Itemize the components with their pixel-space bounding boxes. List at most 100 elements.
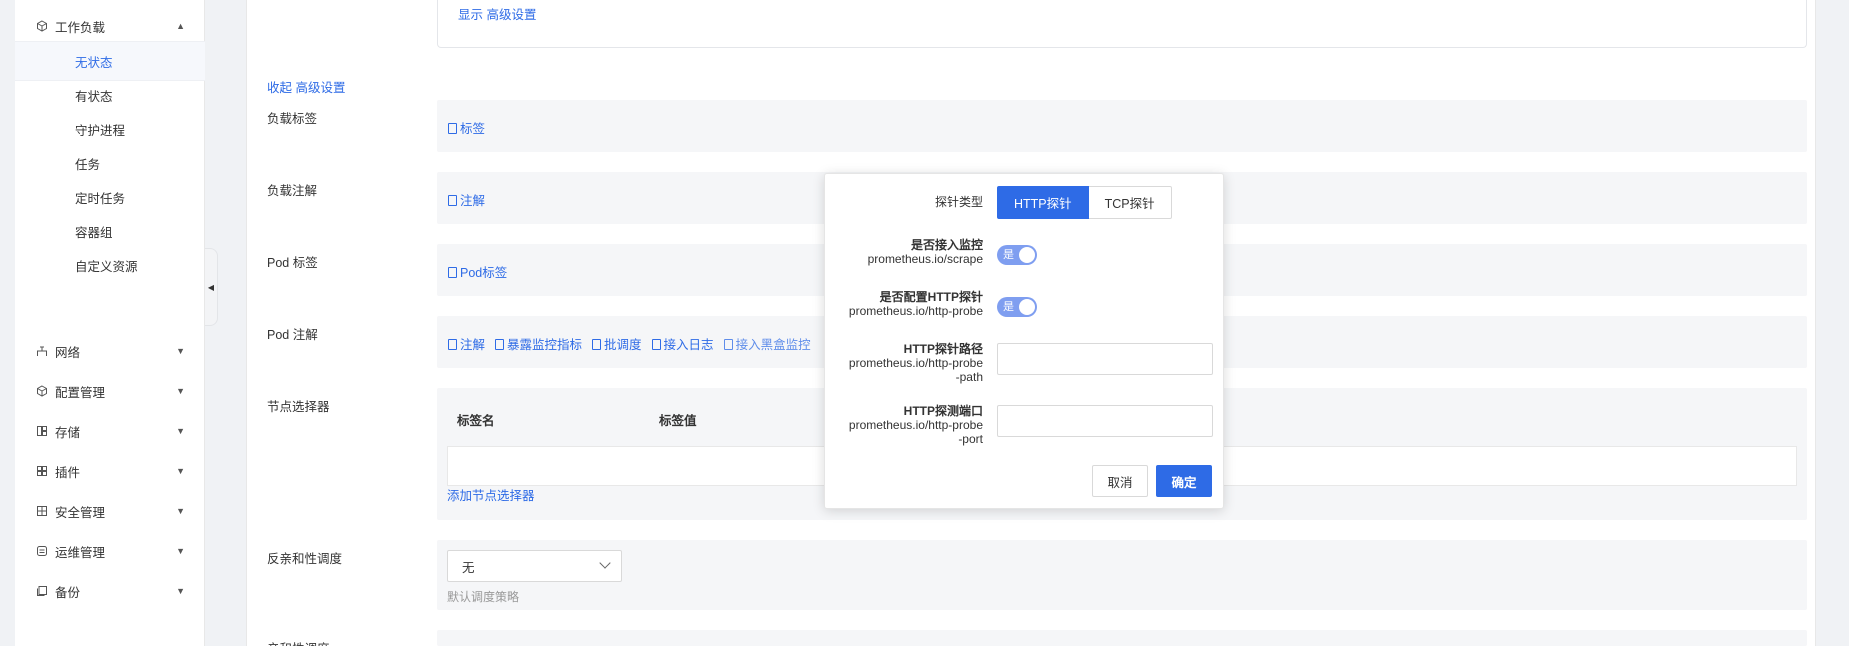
probe-path-input[interactable] [997, 343, 1213, 375]
nav-storage-label: 存储 [55, 425, 81, 440]
scrape-toggle[interactable]: 是 [997, 245, 1037, 265]
sidebar: 工作负载 ▲ 无状态 有状态 守护进程 任务 定时任务 容器组 自定义资源 网络… [15, 0, 205, 646]
probe-port-field-label: HTTP探测端口 prometheus.io/http-probe -port [849, 404, 983, 446]
chevron-up-icon: ▲ [176, 21, 185, 31]
toggle-text: 是 [1003, 301, 1014, 313]
field-title: HTTP探测端口 [903, 404, 983, 418]
toggle-text: 是 [1003, 249, 1014, 261]
sub-item-label: 守护进程 [75, 123, 126, 138]
nav-security[interactable]: 安全管理 ▼ [15, 491, 205, 531]
chevron-down-icon: ▼ [176, 386, 185, 396]
link-text: 接入黑盒监控 [735, 338, 811, 352]
nav-workload[interactable]: 工作负载 ▲ [15, 6, 205, 46]
collapse-advanced-link[interactable]: 收起 高级设置 [267, 77, 345, 96]
document-icon [448, 339, 457, 350]
link-text: Pod标签 [460, 266, 508, 280]
chevron-down-icon: ▼ [176, 346, 185, 356]
nav-backup[interactable]: 备份 ▼ [15, 571, 205, 611]
pod-annotations-label: Pod 注解 [267, 328, 318, 342]
field-key: prometheus.io/http-probe [848, 304, 983, 318]
cancel-button[interactable]: 取消 [1092, 465, 1148, 497]
http-probe-field-label: 是否配置HTTP探针 prometheus.io/http-probe [849, 290, 983, 318]
nav-ops[interactable]: 运维管理 ▼ [15, 531, 205, 571]
anti-affinity-select[interactable]: 无 [447, 550, 622, 582]
document-icon [495, 339, 505, 350]
sub-item-label: 无状态 [75, 55, 113, 70]
scrape-field-label: 是否接入监控 prometheus.io/scrape [868, 238, 983, 266]
http-probe-option[interactable]: HTTP探针 [997, 186, 1089, 219]
link-text: 批调度 [604, 338, 642, 352]
chevron-left-icon: ◀ [207, 282, 215, 292]
document-icon [723, 339, 733, 350]
network-icon [35, 344, 49, 358]
chevron-down-icon: ▼ [176, 546, 185, 556]
backup-icon [35, 584, 49, 598]
column-label-name: 标签名 [457, 414, 495, 428]
field-title: 是否配置HTTP探针 [879, 290, 983, 304]
anti-affinity-box: 无 默认调度策略 [437, 540, 1807, 610]
expose-metrics-link[interactable]: 暴露监控指标 [495, 334, 582, 353]
document-icon [448, 123, 457, 134]
field-key-suffix: -path [955, 370, 983, 384]
field-key: prometheus.io/scrape [867, 252, 983, 266]
sub-item-label: 任务 [75, 157, 101, 172]
workload-annotations-label: 负载注解 [267, 184, 318, 198]
field-key-suffix: -port [958, 432, 983, 446]
nav-config[interactable]: 配置管理 ▼ [15, 371, 205, 411]
probe-type-toggle: HTTP探针 TCP探针 [997, 186, 1172, 219]
add-node-selector-link[interactable]: 添加节点选择器 [447, 485, 535, 504]
workload-labels-label: 负载标签 [267, 112, 318, 126]
nav-workload-label: 工作负载 [55, 20, 106, 35]
link-text: 标签 [460, 122, 486, 136]
confirm-button[interactable]: 确定 [1156, 465, 1212, 497]
field-key: prometheus.io/http-probe [848, 418, 983, 432]
sub-item-label: 自定义资源 [75, 259, 138, 274]
link-text: 注解 [460, 338, 486, 352]
nav-plugin[interactable]: 插件 ▼ [15, 451, 205, 491]
chevron-down-icon [599, 557, 611, 569]
document-icon [592, 339, 602, 350]
sub-item-custom-resource[interactable]: 自定义资源 [15, 245, 205, 285]
anti-affinity-label: 反亲和性调度 [267, 552, 343, 566]
probe-config-popover: 探针类型 HTTP探针 TCP探针 是否接入监控 prometheus.io/s… [824, 173, 1224, 509]
field-title: 是否接入监控 [910, 238, 983, 252]
add-annotation-link[interactable]: 注解 [448, 190, 485, 209]
log-collection-link[interactable]: 接入日志 [651, 334, 714, 353]
advanced-settings-box: 显示 高级设置 [437, 0, 1807, 48]
pod-labels-label: Pod 标签 [267, 256, 318, 270]
workload-labels-box: 标签 [437, 100, 1807, 152]
select-value: 无 [462, 560, 475, 575]
nav-config-label: 配置管理 [55, 385, 106, 400]
add-pod-tag-link[interactable]: Pod标签 [448, 262, 507, 281]
tcp-probe-option[interactable]: TCP探针 [1088, 186, 1172, 219]
nav-backup-label: 备份 [55, 585, 81, 600]
node-selector-label: 节点选择器 [267, 400, 330, 414]
chevron-down-icon: ▼ [176, 586, 185, 596]
security-icon [35, 504, 49, 518]
batch-scheduling-link[interactable]: 批调度 [592, 334, 642, 353]
chevron-down-icon: ▼ [176, 426, 185, 436]
probe-port-input[interactable] [997, 405, 1213, 437]
nav-plugin-label: 插件 [55, 465, 81, 480]
link-text: 注解 [460, 194, 486, 208]
http-probe-toggle[interactable]: 是 [997, 297, 1037, 317]
sidebar-collapse-toggle[interactable]: ◀ [205, 248, 218, 326]
toggle-knob [1019, 247, 1035, 263]
add-tag-link[interactable]: 标签 [448, 118, 485, 137]
plugin-icon [35, 464, 49, 478]
column-label-value: 标签值 [659, 414, 697, 428]
link-text: 接入日志 [663, 338, 714, 352]
nav-ops-label: 运维管理 [55, 545, 106, 560]
config-icon [35, 384, 49, 398]
storage-icon [35, 424, 49, 438]
blackbox-monitoring-link[interactable]: 接入黑盒监控 [723, 334, 811, 353]
pod-annotation-link[interactable]: 注解 [448, 334, 485, 353]
nav-network-label: 网络 [55, 345, 81, 360]
show-advanced-link[interactable]: 显示 高级设置 [458, 4, 536, 23]
probe-type-label: 探针类型 [934, 195, 983, 209]
default-strategy-hint: 默认调度策略 [447, 590, 520, 604]
document-icon [651, 339, 661, 350]
nav-network[interactable]: 网络 ▼ [15, 331, 205, 371]
link-text: 暴露监控指标 [507, 338, 583, 352]
nav-storage[interactable]: 存储 ▼ [15, 411, 205, 451]
